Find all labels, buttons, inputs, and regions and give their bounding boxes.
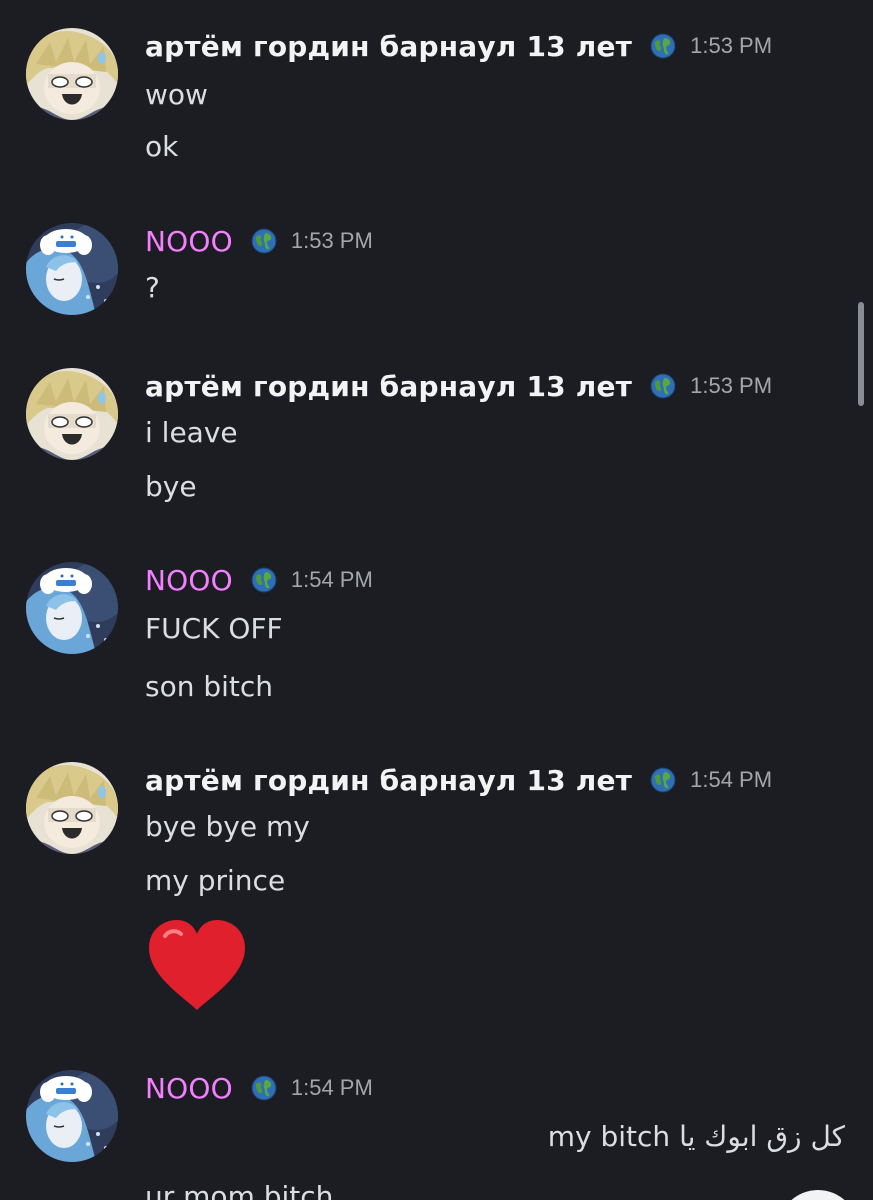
avatar[interactable] [26, 762, 118, 854]
avatar[interactable] [26, 562, 118, 654]
message-text[interactable]: i leave [145, 416, 238, 449]
avatar[interactable] [26, 223, 118, 315]
avatar[interactable] [26, 28, 118, 120]
timestamp: 1:53 PM [290, 228, 373, 253]
globe-icon [650, 373, 676, 399]
globe-icon [650, 767, 676, 793]
chat-area: артём гордин барнаул 13 лет 1:53 PM wow … [0, 0, 873, 1200]
username[interactable]: NOOO [145, 564, 233, 597]
globe-icon [650, 33, 676, 59]
message-text[interactable]: ? [145, 271, 160, 304]
message-text[interactable]: FUCK OFF [145, 612, 283, 645]
globe-icon [251, 228, 277, 254]
timestamp: 1:54 PM [690, 767, 773, 792]
message-header: артём гордин барнаул 13 лет 1:54 PM [145, 760, 772, 800]
message-text[interactable]: son bitch [145, 670, 273, 703]
floating-button[interactable] [778, 1190, 858, 1200]
message-header: артём гордин барнаул 13 лет 1:53 PM [145, 366, 772, 406]
timestamp: 1:54 PM [290, 1075, 373, 1100]
username[interactable]: артём гордин барнаул 13 лет [145, 764, 632, 797]
message-text[interactable]: ok [145, 130, 178, 163]
avatar[interactable] [26, 368, 118, 460]
username[interactable]: артём гордин барнаул 13 лет [145, 370, 632, 403]
message-text[interactable]: bye [145, 470, 197, 503]
scrollbar[interactable] [858, 302, 864, 406]
message-text[interactable]: كل زق ابوك يا my bitch [548, 1120, 845, 1153]
globe-icon [251, 1075, 277, 1101]
avatar[interactable] [26, 1070, 118, 1162]
username[interactable]: NOOO [145, 1072, 233, 1105]
message-text[interactable]: my prince [145, 864, 285, 897]
timestamp: 1:54 PM [290, 567, 373, 592]
message-text[interactable]: ur mom bitch [145, 1180, 333, 1200]
heart-emoji[interactable] [145, 918, 249, 1014]
username[interactable]: артём гордин барнаул 13 лет [145, 30, 632, 63]
username[interactable]: NOOO [145, 225, 233, 258]
message-text[interactable]: wow [145, 78, 208, 111]
message-header: NOOO 1:54 PM [145, 560, 373, 600]
globe-icon [251, 567, 277, 593]
message-header: NOOO 1:53 PM [145, 221, 373, 261]
timestamp: 1:53 PM [690, 373, 773, 398]
timestamp: 1:53 PM [690, 33, 773, 58]
message-text[interactable]: bye bye my [145, 810, 310, 843]
message-header: NOOO 1:54 PM [145, 1068, 373, 1108]
message-header: артём гордин барнаул 13 лет 1:53 PM [145, 26, 772, 66]
